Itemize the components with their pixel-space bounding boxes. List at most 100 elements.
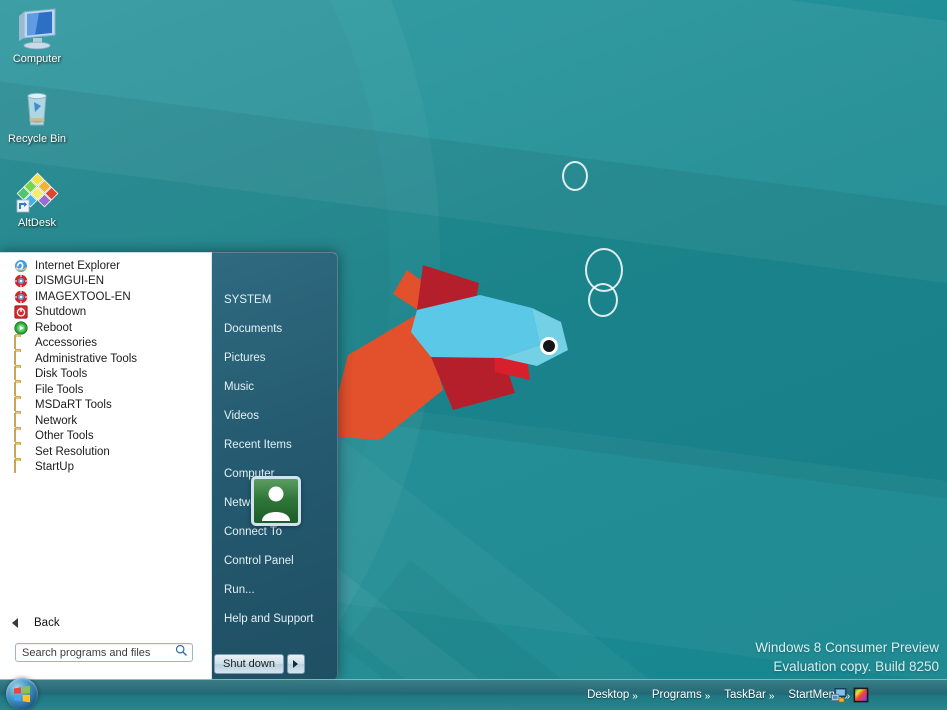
right-item-documents[interactable]: Documents <box>212 314 338 343</box>
taskbar: Desktop » Programs » TaskBar » StartMenu… <box>0 678 947 710</box>
watermark-line-2: Evaluation copy. Build 8250 <box>773 659 939 674</box>
folder-icon <box>14 412 28 428</box>
color-display-icon[interactable] <box>853 687 869 703</box>
program-item-reboot[interactable]: Reboot <box>0 320 210 336</box>
chevron-double-right-icon[interactable]: » <box>632 691 638 702</box>
right-item-label: Help and Support <box>224 612 314 625</box>
start-button[interactable] <box>6 678 38 710</box>
folder-icon <box>14 397 28 412</box>
program-item-label: IMAGEXTOOL-EN <box>35 290 131 303</box>
program-item-label: Disk Tools <box>35 368 88 381</box>
system-tray <box>831 680 869 710</box>
desktop-icon-computer[interactable]: Computer <box>0 8 74 66</box>
dismgui-icon <box>14 274 28 288</box>
right-item-music[interactable]: Music <box>212 372 338 401</box>
back-arrow-icon <box>12 617 18 628</box>
altdesk-shortcut-icon <box>15 172 59 214</box>
folder-icon <box>14 366 28 381</box>
right-item-recent-items[interactable]: Recent Items <box>212 430 338 459</box>
program-item-network[interactable]: Network <box>0 412 210 429</box>
desktop-icon-altdesk[interactable]: AltDesk <box>0 172 74 230</box>
watermark-line-1: Windows 8 Consumer Preview <box>755 640 939 655</box>
back-button-label: Back <box>34 616 60 629</box>
program-item-internet-explorer[interactable]: Internet Explorer <box>0 258 210 274</box>
program-item-shutdown[interactable]: Shutdown <box>0 305 210 321</box>
program-item-label: File Tools <box>35 383 84 396</box>
folder-icon <box>14 335 28 350</box>
right-item-label: Run... <box>224 583 255 596</box>
program-item-label: MSDaRT Tools <box>35 399 112 412</box>
program-item-startup[interactable]: StartUp <box>0 459 210 476</box>
right-item-label: Recent Items <box>224 438 292 451</box>
program-item-accessories[interactable]: Accessories <box>0 335 210 352</box>
recycle-bin-icon <box>15 88 59 130</box>
program-item-administrative-tools[interactable]: Administrative Tools <box>0 350 210 367</box>
desktop-screen: Windows 8 Consumer Preview Evaluation co… <box>0 0 947 710</box>
program-item-label: Set Resolution <box>35 445 110 458</box>
right-item-label: Pictures <box>224 351 266 364</box>
evaluation-watermark: Windows 8 Consumer Preview Evaluation co… <box>755 638 939 676</box>
folder-icon <box>14 459 28 474</box>
search-icon[interactable] <box>175 644 188 662</box>
shutdown-row: Shut down <box>212 654 340 674</box>
folder-icon <box>14 350 28 366</box>
right-item-videos[interactable]: Videos <box>212 401 338 430</box>
bubble-small-icon <box>562 161 588 191</box>
program-item-file-tools[interactable]: File Tools <box>0 381 210 398</box>
folder-icon <box>14 443 28 459</box>
toolbar-taskbar[interactable]: TaskBar » <box>724 688 774 702</box>
right-item-run[interactable]: Run... <box>212 575 338 604</box>
desktop-icon-label: AltDesk <box>18 217 56 229</box>
program-item-other-tools[interactable]: Other Tools <box>0 428 210 445</box>
shutdown-icon <box>14 305 28 319</box>
program-item-label: Shutdown <box>35 306 87 319</box>
toolbar-desktop[interactable]: Desktop » <box>587 688 638 702</box>
start-menu: Internet Explorer DISMGUI-EN IMAGEXTOOL-… <box>0 252 338 680</box>
desktop-icon-label: Recycle Bin <box>7 133 67 145</box>
desktop-icon-recycle-bin[interactable]: Recycle Bin <box>0 88 74 146</box>
program-item-msdart-tools[interactable]: MSDaRT Tools <box>0 397 210 414</box>
program-item-label: Network <box>35 414 78 427</box>
folder-icon <box>14 428 28 443</box>
bubble-medium-icon <box>588 283 618 317</box>
program-item-dismgui-en[interactable]: DISMGUI-EN <box>0 274 210 290</box>
right-item-label: Videos <box>224 409 259 422</box>
program-item-disk-tools[interactable]: Disk Tools <box>0 366 210 383</box>
taskbar-toolbars: Desktop » Programs » TaskBar » StartMenu… <box>573 680 850 710</box>
program-item-label: Administrative Tools <box>35 352 138 365</box>
right-item-system[interactable]: SYSTEM <box>212 285 338 314</box>
chevron-right-icon <box>293 660 299 668</box>
search-input-placeholder: Search programs and files <box>22 646 151 659</box>
shut-down-options-button[interactable] <box>286 654 305 674</box>
shut-down-button[interactable]: Shut down <box>214 654 284 674</box>
program-item-set-resolution[interactable]: Set Resolution <box>0 443 210 460</box>
toolbar-label: TaskBar <box>724 689 766 701</box>
network-display-icon[interactable] <box>831 687 847 703</box>
search-input[interactable]: Search programs and files <box>15 643 193 662</box>
program-item-label: Internet Explorer <box>35 259 121 272</box>
right-item-label: Control Panel <box>224 554 294 567</box>
chevron-double-right-icon[interactable]: » <box>705 691 711 702</box>
start-menu-left-panel: Internet Explorer DISMGUI-EN IMAGEXTOOL-… <box>0 252 212 680</box>
program-item-imagextool-en[interactable]: IMAGEXTOOL-EN <box>0 289 210 305</box>
chevron-double-right-icon[interactable]: » <box>769 691 775 702</box>
toolbar-programs[interactable]: Programs » <box>652 688 710 702</box>
start-menu-places-list: SYSTEM Documents Pictures Music Videos R… <box>212 285 338 633</box>
right-item-help-and-support[interactable]: Help and Support <box>212 604 338 633</box>
shut-down-label: Shut down <box>223 658 275 670</box>
right-item-label: Music <box>224 380 255 393</box>
right-item-label: SYSTEM <box>224 293 272 306</box>
reboot-icon <box>14 321 28 335</box>
toolbar-label: Desktop <box>587 689 630 701</box>
right-item-label: Documents <box>224 322 283 335</box>
back-button[interactable]: Back <box>0 613 222 632</box>
internet-explorer-icon <box>14 259 28 273</box>
program-item-label: DISMGUI-EN <box>35 275 104 288</box>
start-menu-right-panel: SYSTEM Documents Pictures Music Videos R… <box>212 252 338 680</box>
right-item-control-panel[interactable]: Control Panel <box>212 546 338 575</box>
program-item-label: Accessories <box>35 337 97 350</box>
user-avatar[interactable] <box>251 476 301 526</box>
program-list: Internet Explorer DISMGUI-EN IMAGEXTOOL-… <box>0 258 210 475</box>
right-item-pictures[interactable]: Pictures <box>212 343 338 372</box>
desktop-icon-label: Computer <box>12 53 62 65</box>
